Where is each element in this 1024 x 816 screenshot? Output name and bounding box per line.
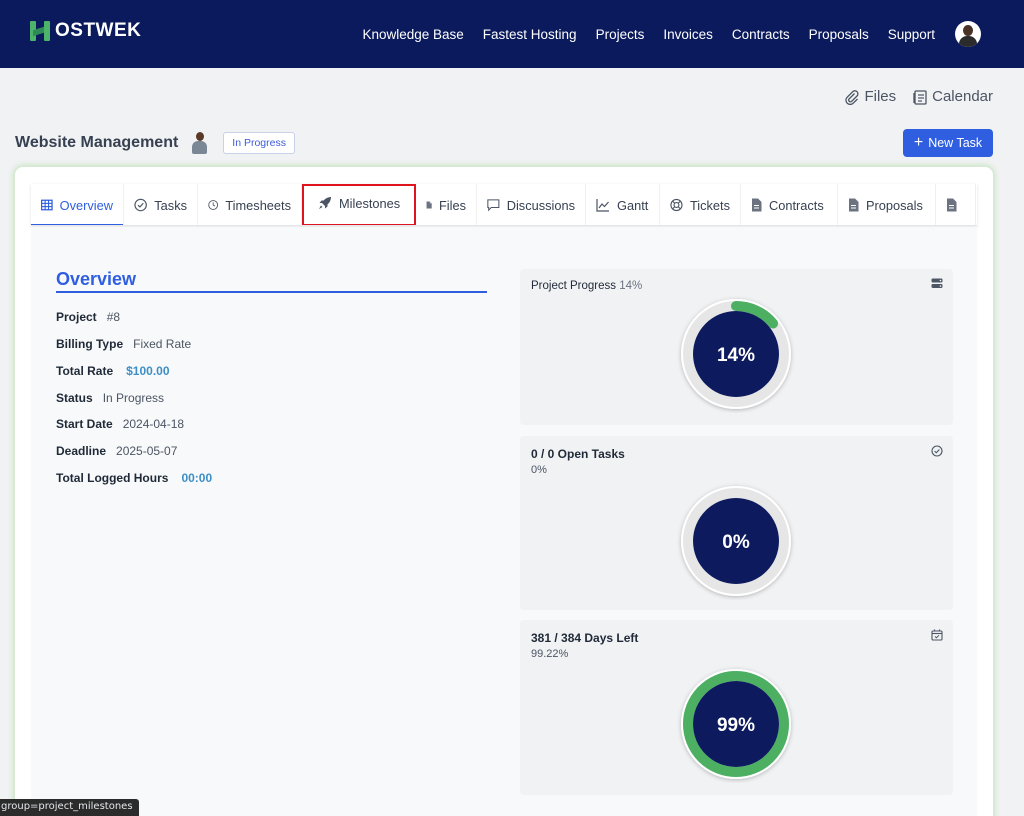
tab-label: Contracts [769,197,824,213]
panel-subtitle: 0% [531,464,547,476]
paperclip-icon [845,89,859,105]
server-icon[interactable] [931,278,943,289]
overview-divider [56,291,487,293]
main-nav: Knowledge Base Fastest Hosting Projects … [362,0,981,68]
project-member-avatar[interactable] [190,131,210,155]
files-label: Files [864,88,897,105]
panel-title: Project Progress 14% [531,280,643,292]
panel-title: 0 / 0 Open Tasks [531,447,625,461]
info-row-start-date: Start Date 2024-04-18 [56,417,185,431]
project-progress-panel: Project Progress 14% 14% [520,269,953,425]
info-row-deadline: Deadline 2025-05-07 [56,444,178,458]
nav-projects[interactable]: Projects [596,27,645,42]
tab-label: Tasks [154,197,187,213]
nav-invoices[interactable]: Invoices [663,27,713,42]
tab-proposals[interactable]: Proposals [838,184,936,225]
info-row-project: Project #8 [56,310,121,324]
brand-name: OSTWEK [55,20,142,41]
chart-icon [596,199,609,212]
tab-gantt[interactable]: Gantt [586,184,660,225]
tab-overview[interactable]: Overview [31,184,124,225]
document-icon [849,198,859,212]
info-row-billing-type: Billing Type Fixed Rate [56,337,192,351]
progress-ring: 14% [681,299,791,409]
nav-fastest-hosting[interactable]: Fastest Hosting [483,27,577,42]
document-icon [947,198,957,212]
nav-support[interactable]: Support [888,27,935,42]
overview-heading: Overview [56,269,137,289]
open-tasks-panel: 0 / 0 Open Tasks 0% 0% [520,436,953,610]
nav-proposals[interactable]: Proposals [809,27,869,42]
tab-label: Gantt [617,197,649,213]
days-left-panel: 381 / 384 Days Left 99.22% 99% [520,620,953,795]
tab-label: Overview [59,197,113,213]
new-task-label: New Task [928,136,983,150]
tab-label: Timesheets [225,197,291,213]
tab-label: Files [438,197,466,213]
plus-icon: + [913,134,924,151]
user-avatar[interactable] [955,21,981,47]
tab-tasks[interactable]: Tasks [124,184,198,225]
document-icon [752,198,762,212]
calendar-link[interactable]: Calendar [913,88,993,105]
tab-label: Proposals [866,197,923,213]
tab-more[interactable] [936,184,976,225]
tab-contracts[interactable]: Contracts [741,184,838,225]
days-ring: 99% [681,669,791,779]
tab-label: Milestones [339,196,401,211]
clock-icon [208,200,219,210]
info-row-status: Status In Progress [56,391,165,405]
rocket-icon [319,197,331,209]
nav-knowledge-base[interactable]: Knowledge Base [362,27,463,42]
tab-label: Discussions [506,197,575,213]
nav-contracts[interactable]: Contracts [732,27,790,42]
logo-mark-icon [29,20,53,42]
tab-discussions[interactable]: Discussions [477,184,586,225]
new-task-button[interactable]: + New Task [903,129,993,157]
ring-percent-label: 0% [722,532,750,553]
ring-percent-label: 14% [717,345,755,366]
project-tabs: Overview Tasks Timesheets Milestones Fil… [31,184,977,226]
calendar-icon [913,89,927,105]
panel-subtitle: 99.22% [531,648,569,660]
top-navbar: OSTWEK Knowledge Base Fastest Hosting Pr… [0,0,1024,68]
info-row-logged-hours: Total Logged Hours 00:00 [56,471,213,485]
project-utility-links: Files Calendar [827,88,993,105]
tasks-ring: 0% [681,486,791,596]
grid-icon [41,199,53,211]
project-card: Overview Tasks Timesheets Milestones Fil… [15,167,993,816]
tab-label: Tickets [689,197,730,213]
overview-content: Overview Project #8 Billing Type Fixed Rat… [31,227,977,816]
file-icon [426,201,432,209]
ring-percent-label: 99% [717,715,755,736]
check-circle-icon [134,198,147,212]
lifebuoy-icon [670,198,683,212]
tab-tickets[interactable]: Tickets [660,184,741,225]
calendar-label: Calendar [932,88,993,105]
brand-logo[interactable]: OSTWEK [29,20,141,42]
browser-status-url: group=project_milestones [0,799,139,816]
info-row-total-rate: Total Rate $100.00 [56,364,170,378]
page-title: Website Management [15,134,179,151]
calendar-check-icon[interactable] [931,629,943,641]
project-header: Website Management In Progress [15,131,295,155]
tab-files[interactable]: Files [416,184,477,225]
files-link[interactable]: Files [844,88,896,105]
status-badge: In Progress [223,132,295,154]
tab-milestones[interactable]: Milestones [302,184,416,225]
chat-icon [487,199,500,212]
tab-timesheets[interactable]: Timesheets [198,184,302,225]
panel-title: 381 / 384 Days Left [531,631,639,645]
check-circle-icon[interactable] [931,445,943,457]
